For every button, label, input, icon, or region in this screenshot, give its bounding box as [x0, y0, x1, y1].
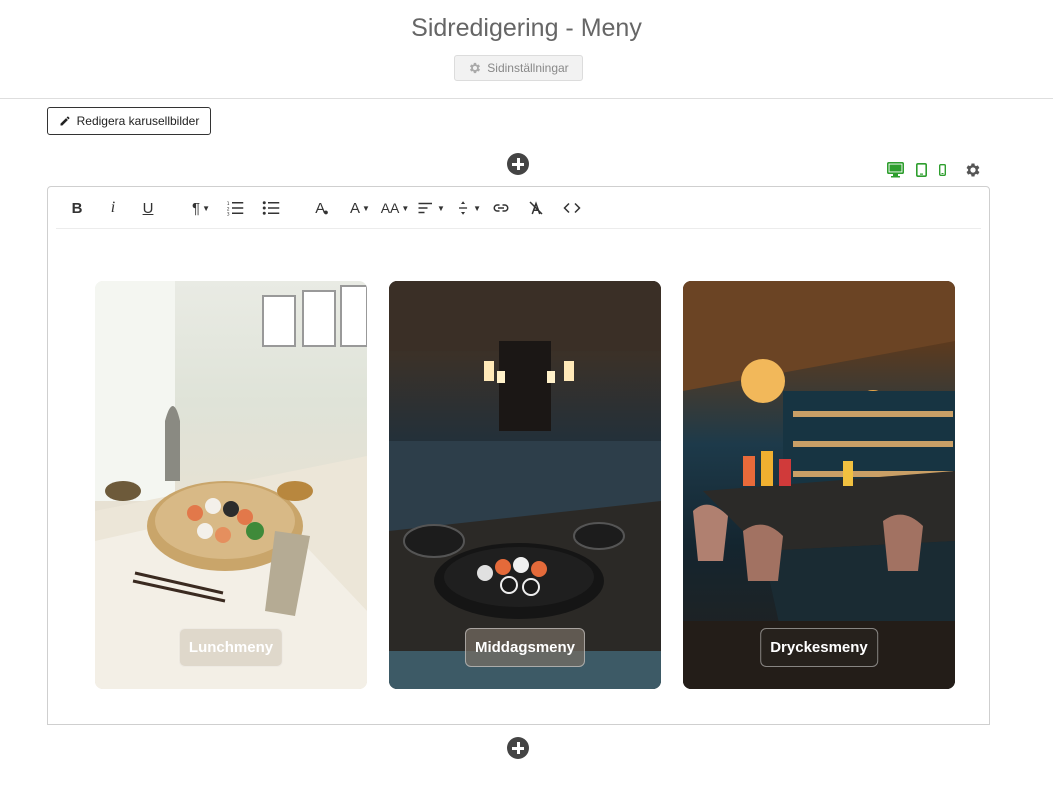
edit-carousel-images-label: Redigera karusellbilder: [76, 114, 200, 128]
italic-button[interactable]: i: [104, 197, 122, 219]
page-settings-label: Sidinställningar: [487, 61, 569, 75]
font-family-button[interactable]: A ▼: [348, 197, 372, 219]
clear-format-icon: [529, 201, 543, 215]
add-block-below-button[interactable]: [507, 737, 529, 759]
svg-text:2: 2: [227, 206, 230, 212]
desktop-icon[interactable]: [887, 162, 904, 178]
align-left-icon: [418, 202, 433, 214]
ordered-list-icon: 123: [227, 201, 244, 218]
menu-card-drinks[interactable]: Dryckesmeny: [683, 281, 955, 689]
font-size-button[interactable]: AA ▼: [380, 197, 410, 219]
ordered-list-button[interactable]: 123: [225, 197, 245, 219]
svg-text:1: 1: [227, 201, 230, 207]
chevron-down-icon: ▼: [362, 203, 370, 213]
insert-link-button[interactable]: [491, 197, 511, 219]
page-settings-button[interactable]: Sidinställningar: [454, 55, 583, 81]
underline-button[interactable]: U: [138, 197, 158, 219]
menu-card-dinner[interactable]: Middagsmeny: [389, 281, 661, 689]
gear-icon: [470, 62, 481, 74]
tablet-icon[interactable]: [916, 163, 927, 177]
mobile-icon[interactable]: [939, 164, 946, 176]
page-title: Sidredigering - Meny: [411, 14, 642, 42]
card-label-dinner: Middagsmeny: [464, 628, 586, 667]
text-color-button[interactable]: A ●: [312, 197, 332, 219]
card-label-drinks: Dryckesmeny: [760, 628, 878, 667]
chevron-down-icon: ▼: [401, 203, 410, 213]
bold-button[interactable]: B: [68, 197, 86, 219]
line-height-button[interactable]: ▼: [455, 197, 481, 219]
page-header: Sidredigering - Meny Sidinställningar: [0, 0, 1053, 99]
chevron-down-icon: ▼: [473, 203, 481, 213]
card-label-lunch: Lunchmeny: [178, 628, 284, 667]
pencil-icon: [60, 116, 70, 126]
line-spacing-icon: [459, 201, 468, 215]
text-align-button[interactable]: ▼: [417, 197, 445, 219]
code-icon: [563, 202, 581, 214]
paragraph-label: ¶: [192, 199, 201, 217]
svg-text:3: 3: [227, 212, 230, 218]
link-icon: [493, 204, 509, 212]
code-view-button[interactable]: [561, 197, 583, 219]
edit-carousel-images-button[interactable]: Redigera karusellbilder: [47, 107, 211, 135]
bullet-list-icon: [262, 201, 280, 215]
add-block-above-button[interactable]: [507, 153, 529, 175]
chevron-down-icon: ▼: [437, 203, 445, 213]
paragraph-format-button[interactable]: ¶ ▼: [188, 197, 214, 219]
unordered-list-button[interactable]: [261, 197, 281, 219]
chevron-down-icon: ▼: [202, 203, 210, 213]
editor-toolbar: B i U ¶ ▼ 123 A ● A ▼ AA ▼ ▼ ▼: [56, 187, 981, 229]
menu-card-lunch[interactable]: Lunchmeny: [95, 281, 367, 689]
gear-icon[interactable]: [964, 161, 982, 179]
font-size-label: AA: [380, 200, 400, 216]
clear-formatting-button[interactable]: [526, 197, 546, 219]
drop-icon: ●: [323, 207, 329, 217]
font-family-label: A: [350, 199, 361, 217]
